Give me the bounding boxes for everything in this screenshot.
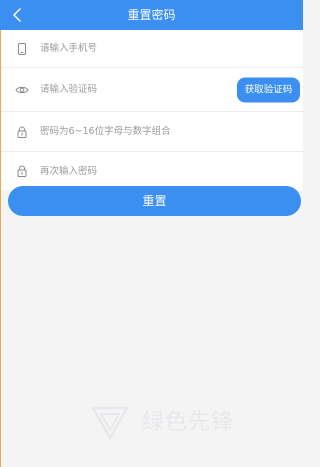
code-row: 获取验证码 — [0, 68, 303, 112]
edge-divider — [0, 30, 1, 467]
get-code-button[interactable]: 获取验证码 — [237, 77, 300, 102]
phone-icon — [15, 42, 29, 56]
title-bar: 重置密码 — [0, 0, 303, 30]
eye-icon — [15, 83, 29, 97]
watermark-text: 绿色先锋 — [142, 410, 235, 435]
lock-icon — [15, 125, 29, 139]
phone-row — [0, 30, 303, 68]
reset-password-screen: 重置密码 获取验证码 — [0, 0, 303, 467]
page-title: 重置密码 — [127, 8, 176, 22]
confirm-password-input[interactable] — [40, 162, 230, 180]
watermark: 绿色先锋 — [90, 400, 300, 450]
watermark-logo-icon — [91, 406, 129, 440]
reset-button[interactable]: 重置 — [8, 186, 301, 216]
password-row — [0, 112, 303, 152]
phone-input[interactable] — [40, 39, 230, 58]
password-input[interactable] — [40, 122, 230, 141]
lock-icon — [15, 164, 29, 178]
reset-form: 获取验证码 — [0, 30, 303, 190]
verification-code-input[interactable] — [40, 80, 230, 99]
confirm-password-row — [0, 152, 303, 190]
